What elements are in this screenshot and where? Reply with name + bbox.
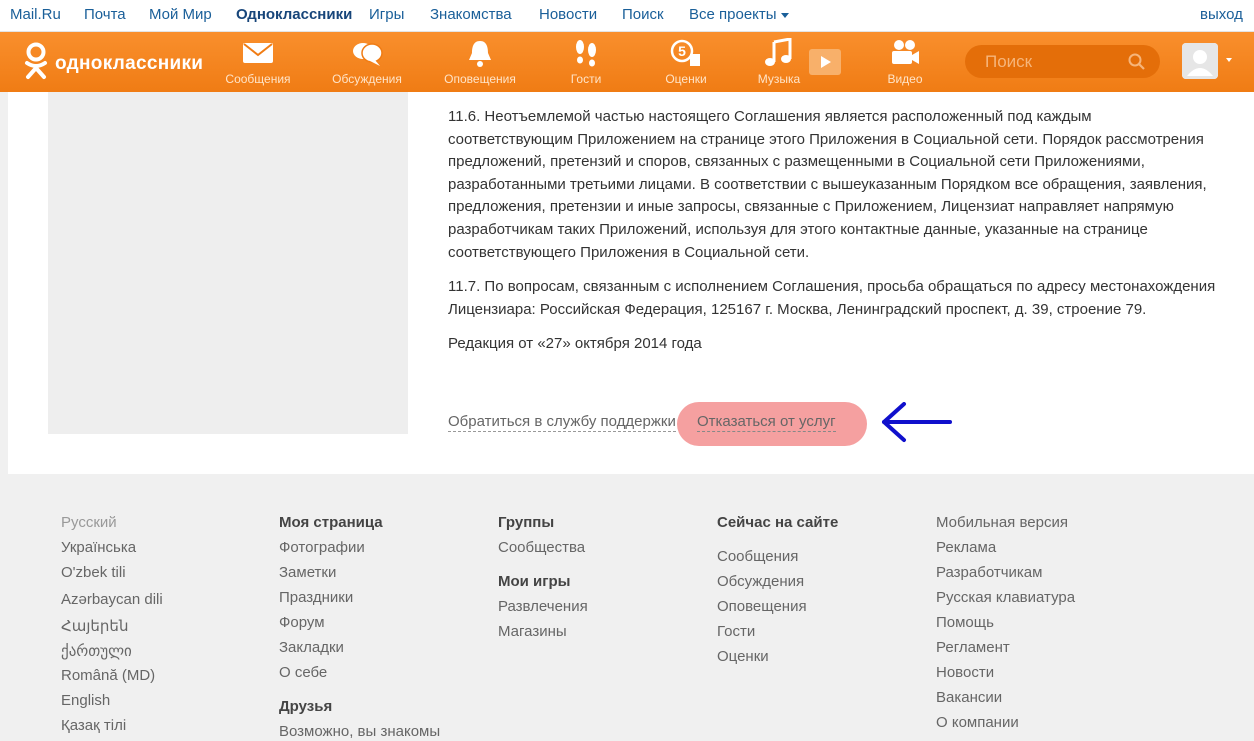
footer-friends-title[interactable]: Друзья (279, 698, 332, 715)
agreement-revision-date: Редакция от «27» октября 2014 года (448, 335, 702, 353)
footer-link-about[interactable]: О себе (279, 664, 327, 681)
footer-link-ratings[interactable]: Оценки (717, 648, 769, 665)
logout-link[interactable]: выход (1200, 6, 1243, 23)
topbar-link-odnoklassniki[interactable]: Одноклассники (236, 6, 352, 23)
search-placeholder: Поиск (985, 52, 1033, 71)
nav-video[interactable]: Видео (882, 38, 928, 90)
nav-discussions[interactable]: Обсуждения (328, 38, 406, 90)
topbar-link-mailru[interactable]: Mail.Ru (10, 6, 61, 23)
footer-link-notes[interactable]: Заметки (279, 564, 336, 581)
svg-text:5: 5 (678, 43, 686, 59)
footer: Русский Українська O'zbek tili Azərbayca… (0, 474, 1254, 741)
left-column-placeholder (48, 92, 408, 434)
footer-link-about-company[interactable]: О компании (936, 714, 1019, 731)
footer-link-russian-keyboard[interactable]: Русская клавиатура (936, 589, 1075, 606)
chevron-down-icon (780, 12, 789, 18)
footer-link-regulations[interactable]: Регламент (936, 639, 1010, 656)
footer-link-mobile-version[interactable]: Мобильная версия (936, 514, 1068, 531)
nav-notifications-label: Оповещения (444, 72, 516, 86)
footer-link-messages[interactable]: Сообщения (717, 548, 798, 565)
search-icon[interactable] (1128, 53, 1146, 71)
nav-ratings[interactable]: 5 Оценки (660, 38, 712, 90)
rating-five-icon: 5 (670, 39, 700, 66)
footer-link-news[interactable]: Новости (936, 664, 994, 681)
nav-video-label: Видео (887, 72, 923, 86)
refuse-services-highlight: Отказаться от услуг (677, 402, 867, 446)
footer-link-bookmarks[interactable]: Закладки (279, 639, 344, 656)
main-content: 11.6. Неотъемлемой частью настоящего Сог… (8, 92, 1254, 474)
nav-messages[interactable]: Сообщения (222, 38, 294, 90)
left-arrow-annotation-icon (882, 402, 952, 442)
language-russian: Русский (61, 514, 117, 531)
language-armenian[interactable]: Հայերեն (61, 617, 128, 635)
language-azerbaijani[interactable]: Azərbaycan dili (61, 591, 163, 608)
topbar-link-news[interactable]: Новости (539, 6, 597, 23)
footer-link-advertising[interactable]: Реклама (936, 539, 996, 556)
mailru-top-bar: Mail.Ru Почта Мой Мир Одноклассники Игры… (0, 0, 1254, 32)
nav-messages-label: Сообщения (225, 72, 291, 86)
speech-bubbles-icon (353, 43, 383, 66)
language-uzbek[interactable]: O'zbek tili (61, 564, 126, 581)
language-kazakh[interactable]: Қазақ тілі (61, 717, 126, 734)
agreement-paragraph-11-6: 11.6. Неотъемлемой частью настоящего Сог… (448, 108, 1207, 261)
topbar-link-mail[interactable]: Почта (84, 6, 126, 23)
topbar-link-search[interactable]: Поиск (622, 6, 664, 23)
footer-link-shops[interactable]: Магазины (498, 623, 567, 640)
nav-guests-label: Гости (570, 72, 602, 86)
language-english[interactable]: English (61, 692, 110, 709)
play-icon[interactable] (808, 48, 842, 76)
footer-link-photos[interactable]: Фотографии (279, 539, 365, 556)
envelope-icon (243, 43, 273, 63)
agreement-actions: Обратиться в службу поддержки Отказаться… (448, 402, 1218, 446)
ok-logo-text: одноклассники (55, 53, 204, 74)
nav-music-label: Музыка (757, 72, 801, 86)
nav-ratings-label: Оценки (665, 72, 707, 86)
search-input[interactable]: Поиск (965, 45, 1160, 78)
ok-logo[interactable]: одноклассники (22, 42, 204, 82)
music-note-icon (765, 38, 792, 66)
topbar-link-myworld[interactable]: Мой Мир (149, 6, 212, 23)
movie-camera-icon (892, 40, 919, 64)
footer-link-developers[interactable]: Разработчикам (936, 564, 1042, 581)
topbar-link-games[interactable]: Игры (369, 6, 404, 23)
footer-my-games-title[interactable]: Мои игры (498, 573, 571, 590)
footer-groups-title[interactable]: Группы (498, 514, 554, 531)
language-romanian-md[interactable]: Română (MD) (61, 667, 155, 684)
all-projects-label: Все проекты (689, 6, 777, 23)
nav-music[interactable]: Музыка (752, 38, 806, 90)
language-georgian[interactable]: ქართული (61, 642, 132, 660)
footer-link-help[interactable]: Помощь (936, 614, 994, 631)
nav-guests[interactable]: Гости (562, 38, 610, 90)
avatar-chevron-down-icon[interactable] (1226, 58, 1232, 62)
nav-discussions-label: Обсуждения (332, 72, 402, 86)
footer-link-notifications[interactable]: Оповещения (717, 598, 807, 615)
footer-link-forum[interactable]: Форум (279, 614, 325, 631)
avatar[interactable] (1182, 43, 1218, 79)
footer-now-on-site-title: Сейчас на сайте (717, 514, 839, 531)
footer-link-vacancies[interactable]: Вакансии (936, 689, 1002, 706)
ok-logo-icon (25, 42, 47, 79)
nav-notifications[interactable]: Оповещения (440, 38, 520, 90)
footer-link-maybe-friends[interactable]: Возможно, вы знакомы (279, 723, 440, 740)
topbar-all-projects[interactable]: Все проекты (689, 6, 789, 23)
footer-link-holidays[interactable]: Праздники (279, 589, 353, 606)
agreement-paragraph-11-7: 11.7. По вопросам, связанным с исполнени… (448, 278, 1216, 318)
user-silhouette-icon (1182, 43, 1218, 79)
refuse-services-link[interactable]: Отказаться от услуг (697, 412, 836, 432)
ok-header: одноклассники Сообщения Обсуждения Опове… (0, 32, 1254, 92)
footer-link-guests[interactable]: Гости (717, 623, 755, 640)
contact-support-link[interactable]: Обратиться в службу поддержки (448, 412, 676, 432)
footprints-icon (576, 40, 596, 67)
topbar-link-dating[interactable]: Знакомства (430, 6, 512, 23)
footer-my-page-title[interactable]: Моя страница (279, 514, 383, 531)
footer-link-entertainment[interactable]: Развлечения (498, 598, 588, 615)
agreement-text: 11.6. Неотъемлемой частью настоящего Сог… (448, 106, 1218, 368)
language-ukrainian[interactable]: Українська (61, 539, 136, 556)
footer-link-communities[interactable]: Сообщества (498, 539, 585, 556)
footer-link-discussions[interactable]: Обсуждения (717, 573, 804, 590)
bell-icon (469, 41, 491, 67)
